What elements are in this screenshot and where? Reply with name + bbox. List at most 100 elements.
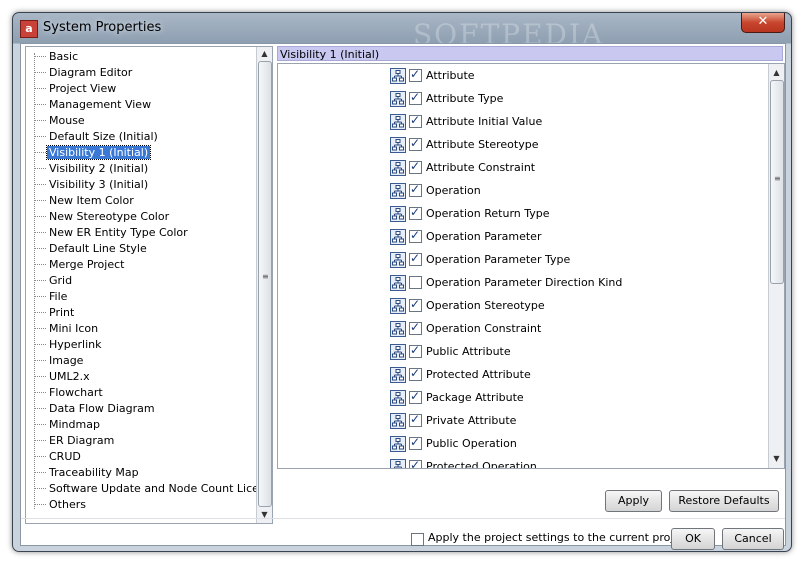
visibility-model-icon [390, 390, 406, 406]
option-checkbox[interactable]: ✓ [409, 159, 422, 174]
tree-item[interactable]: Diagram Editor [34, 65, 134, 81]
tree-item[interactable]: Hyperlink [34, 337, 104, 353]
title-bar[interactable]: a System Properties SOFTPEDIA ✕ [13, 13, 791, 51]
visibility-model-icon [390, 344, 406, 360]
tree-connector [34, 152, 46, 154]
tree-connector [34, 328, 46, 330]
tree-connector [34, 184, 46, 186]
apply-button[interactable]: Apply [605, 490, 662, 512]
tree-item-label: Print [49, 306, 75, 319]
tree-scrollbar[interactable]: ▲ ≡ ▼ [256, 47, 272, 523]
tree-item-label: Visibility 2 (Initial) [49, 162, 149, 175]
option-checkbox[interactable]: ✓ [409, 343, 422, 358]
option-checkbox[interactable]: ✓ [409, 366, 422, 381]
visibility-model-icon [390, 321, 406, 337]
tree-item[interactable]: UML2.x [34, 369, 92, 385]
tree-item[interactable]: Merge Project [34, 257, 126, 273]
scroll-down-arrow-icon[interactable]: ▼ [257, 508, 272, 522]
tree-scroll-thumb[interactable]: ≡ [258, 61, 272, 507]
visibility-model-icon [390, 160, 406, 176]
option-checkbox[interactable]: ✓ [409, 136, 422, 151]
checkmark-icon: ✓ [410, 251, 421, 265]
tree-item[interactable]: Print [34, 305, 76, 321]
tree-connector [34, 88, 46, 90]
tree-item[interactable]: Mindmap [34, 417, 102, 433]
tree-item-label: New Stereotype Color [49, 210, 170, 223]
tree-item-label: New Item Color [49, 194, 134, 207]
options-scroll-thumb[interactable]: ≡ [770, 80, 784, 284]
tree-connector [34, 312, 46, 314]
tree-connector [34, 376, 46, 378]
tree-item[interactable]: Grid [34, 273, 74, 289]
grip-icon: ≡ [774, 174, 781, 183]
cancel-button[interactable]: Cancel [722, 528, 784, 550]
tree-item[interactable]: Project View [34, 81, 118, 97]
option-checkbox[interactable]: ✓ [409, 389, 422, 404]
option-label: Operation [426, 184, 481, 197]
tree-item[interactable]: New Stereotype Color [34, 209, 171, 225]
tree-item[interactable]: Mini Icon [34, 321, 100, 337]
visibility-model-icon [390, 206, 406, 222]
close-button[interactable]: ✕ [741, 13, 785, 33]
tree-item-label: File [49, 290, 68, 303]
tree-item-label: Software Update and Node Count License [49, 482, 256, 495]
checkmark-icon: ✓ [410, 458, 421, 469]
checkmark-icon: ✓ [410, 412, 421, 426]
tree-item-label: Default Line Style [49, 242, 147, 255]
option-checkbox[interactable]: ✓ [409, 435, 422, 450]
scroll-down-arrow-icon[interactable]: ▼ [769, 452, 784, 466]
tree-item[interactable]: New ER Entity Type Color [34, 225, 190, 241]
option-checkbox[interactable]: ✓ [409, 320, 422, 335]
tree-item[interactable]: Management View [34, 97, 153, 113]
tree-item[interactable]: File [34, 289, 69, 305]
tree-item[interactable]: Data Flow Diagram [34, 401, 157, 417]
tree-connector [34, 488, 46, 490]
tree-item[interactable]: New Item Color [34, 193, 136, 209]
scroll-up-arrow-icon[interactable]: ▲ [769, 66, 784, 80]
option-checkbox[interactable]: ✓ [409, 113, 422, 128]
tree-item[interactable]: Default Size (Initial) [34, 129, 160, 145]
scroll-up-arrow-icon[interactable]: ▲ [257, 47, 272, 61]
tree-item[interactable]: Flowchart [34, 385, 105, 401]
tree-connector [34, 296, 46, 298]
options-scrollbar[interactable]: ▲ ≡ ▼ [768, 64, 784, 468]
tree-item[interactable]: Image [34, 353, 85, 369]
visibility-model-icon [390, 275, 406, 291]
apply-project-label: Apply the project settings to the curren… [428, 531, 691, 544]
tree-connector [34, 360, 46, 362]
option-checkbox[interactable]: ✓ [409, 67, 422, 82]
option-checkbox[interactable]: ✓ [409, 90, 422, 105]
tree-item[interactable]: ER Diagram [34, 433, 116, 449]
option-checkbox[interactable]: ✓ [409, 251, 422, 266]
tree-item[interactable]: Traceability Map [34, 465, 141, 481]
tree-connector [34, 168, 46, 170]
category-tree: Basic Diagram Editor Project View Managemen… [26, 47, 256, 523]
option-checkbox[interactable]: ✓ [409, 228, 422, 243]
checkmark-icon: ✓ [410, 67, 421, 81]
tree-item[interactable]: Others [34, 497, 88, 513]
tree-item[interactable]: Visibility 3 (Initial) [34, 177, 150, 193]
option-checkbox[interactable]: ✓ [409, 458, 422, 469]
option-label: Operation Parameter Type [426, 253, 571, 266]
option-checkbox[interactable] [409, 276, 422, 289]
tree-item[interactable]: Visibility 2 (Initial) [34, 161, 150, 177]
option-checkbox[interactable]: ✓ [409, 205, 422, 220]
ok-button[interactable]: OK [671, 528, 715, 550]
apply-project-checkbox[interactable] [411, 533, 424, 546]
option-checkbox[interactable]: ✓ [409, 412, 422, 427]
tree-item-label: Management View [49, 98, 152, 111]
tree-item[interactable]: Default Line Style [34, 241, 149, 257]
tree-item-label: Data Flow Diagram [49, 402, 155, 415]
option-label: Package Attribute [426, 391, 524, 404]
tree-item[interactable]: Visibility 1 (Initial) [34, 145, 152, 161]
tree-item[interactable]: Basic [34, 49, 80, 65]
tree-item[interactable]: CRUD [34, 449, 83, 465]
checkmark-icon: ✓ [410, 297, 421, 311]
tree-item[interactable]: Mouse [34, 113, 87, 129]
restore-defaults-button[interactable]: Restore Defaults [669, 490, 779, 512]
tree-item-label: Default Size (Initial) [49, 130, 158, 143]
option-checkbox[interactable]: ✓ [409, 297, 422, 312]
option-label: Public Attribute [426, 345, 511, 358]
option-checkbox[interactable]: ✓ [409, 182, 422, 197]
tree-item[interactable]: Software Update and Node Count License [34, 481, 256, 497]
